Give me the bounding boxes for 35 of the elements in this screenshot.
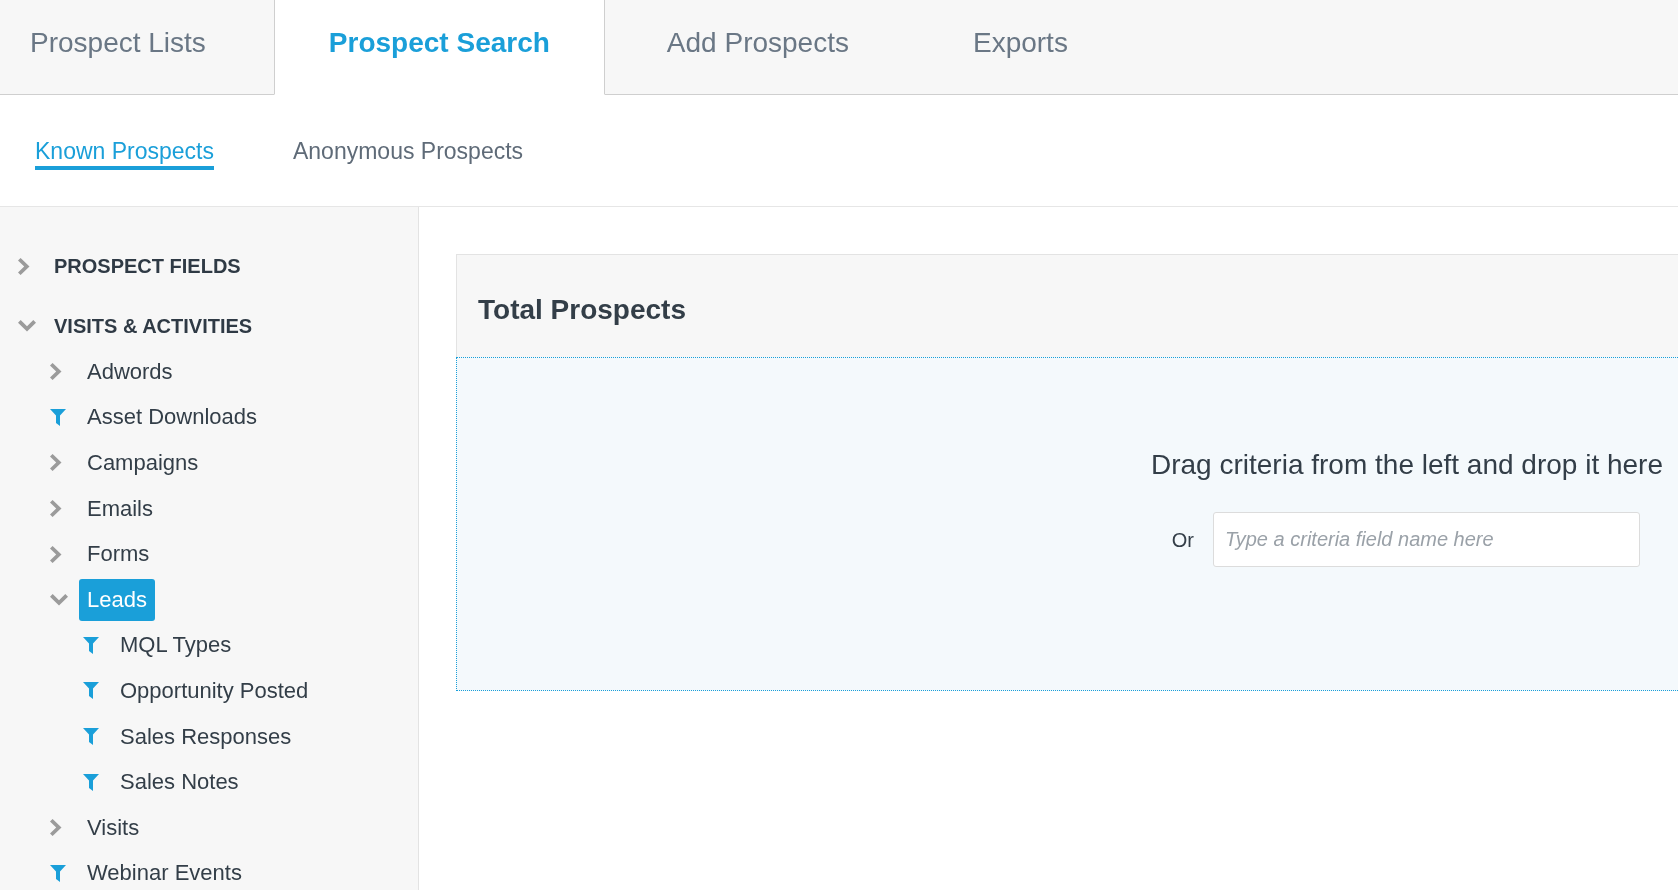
tree-item[interactable]: Campaigns <box>79 442 207 484</box>
funnel-icon <box>83 682 99 700</box>
chevron-right-icon[interactable] <box>50 545 62 563</box>
criteria-search-field[interactable]: Type a criteria field name here <box>1213 512 1640 567</box>
tree-item[interactable]: Sales Responses <box>112 715 300 758</box>
tree-item[interactable]: Sales Notes <box>112 761 247 804</box>
tab[interactable]: Exports <box>910 0 1130 95</box>
funnel-icon <box>83 728 99 746</box>
tree-item[interactable]: Visits <box>79 806 148 849</box>
chevron-right-icon[interactable] <box>18 257 30 275</box>
chevron-right-icon[interactable] <box>50 454 62 472</box>
section-header[interactable]: VISITS & ACTIVITIES <box>54 313 253 339</box>
subtab[interactable]: Anonymous Prospects <box>293 137 524 170</box>
tree-item[interactable]: Emails <box>79 487 161 530</box>
tree-item[interactable]: Opportunity Posted <box>112 669 317 712</box>
funnel-icon <box>50 408 66 426</box>
or-label: Or <box>1171 527 1194 553</box>
panel-title: Total Prospects <box>478 293 686 327</box>
tab[interactable]: Prospect Lists <box>0 0 274 95</box>
tree-item[interactable]: Adwords <box>79 350 181 393</box>
section-header[interactable]: PROSPECT FIELDS <box>54 253 241 279</box>
tree-item[interactable]: MQL Types <box>112 624 240 667</box>
chevron-down-icon[interactable] <box>18 320 36 332</box>
tree-item[interactable]: Asset Downloads <box>79 396 265 439</box>
tab[interactable]: Add Prospects <box>604 0 911 95</box>
chevron-right-icon[interactable] <box>50 363 62 381</box>
chevron-down-icon[interactable] <box>50 593 68 606</box>
tree-item[interactable]: Webinar Events <box>79 852 250 890</box>
funnel-icon <box>83 636 99 654</box>
drop-prompt: Drag criteria from the left and drop it here <box>1151 448 1663 482</box>
funnel-icon <box>50 864 66 882</box>
chevron-right-icon[interactable] <box>50 819 62 837</box>
funnel-icon <box>83 773 99 791</box>
tree-item[interactable]: Forms <box>79 533 158 576</box>
chevron-right-icon[interactable] <box>50 500 62 518</box>
